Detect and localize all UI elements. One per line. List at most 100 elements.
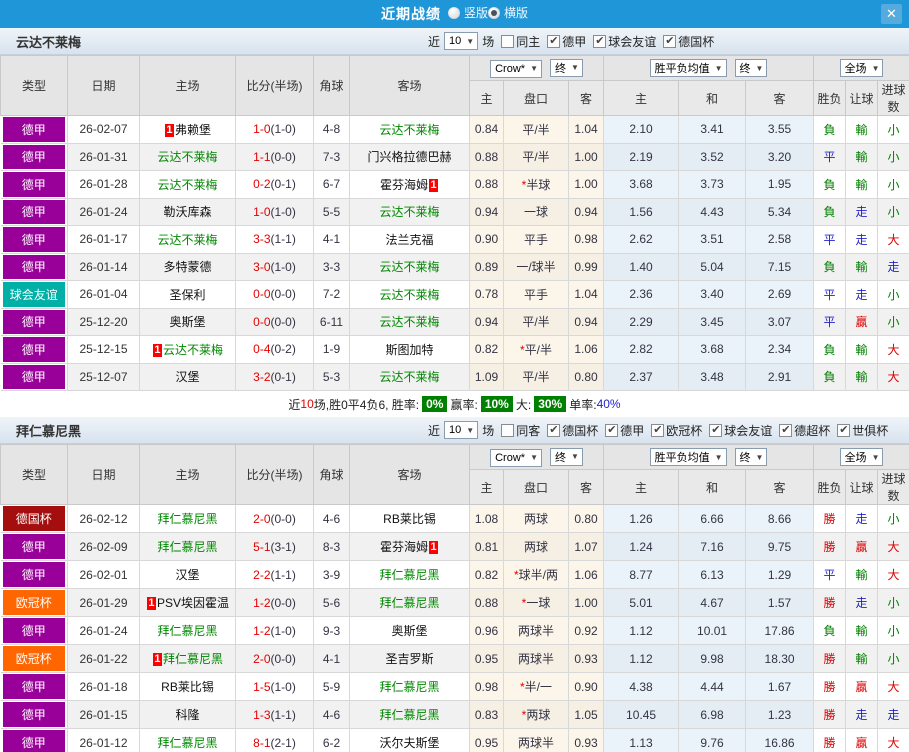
match-type-cell: 德甲 xyxy=(0,197,68,226)
match-count-select[interactable]: 10 ▼ xyxy=(444,421,479,439)
avg-home: 2.19 xyxy=(603,142,680,171)
odds-final-select[interactable]: 终 ▼ xyxy=(549,58,583,77)
summary-text: 10 xyxy=(300,397,314,411)
checkbox-icon xyxy=(837,423,851,437)
result-outcome: 負 xyxy=(813,115,847,144)
checkbox-label: 德国杯 xyxy=(678,34,715,49)
odds-value: 1.00 xyxy=(574,595,598,610)
team-section: 拜仁慕尼黑 近10▼场同客德国杯德甲欧冠杯球会友谊德超杯世俱杯 类型日期主场比分… xyxy=(0,417,909,752)
filter-checkbox-欧冠杯[interactable]: 欧冠杯 xyxy=(644,422,702,439)
odds-away: 1.05 xyxy=(567,700,605,729)
match-type-badge: 德甲 xyxy=(2,172,65,197)
filter-checkbox-球会友谊[interactable]: 球会友谊 xyxy=(702,422,772,439)
odds-home: 0.89 xyxy=(469,252,504,281)
checkbox-label: 世俱杯 xyxy=(852,423,889,438)
close-button[interactable]: ✕ xyxy=(881,4,902,24)
result-handicap: 輸 xyxy=(845,616,879,645)
team-label: 霍芬海姆 xyxy=(379,540,428,554)
odds-value: 0.80 xyxy=(574,369,598,384)
team-cell: 多特蒙德 xyxy=(139,252,236,281)
result-handicap: 贏 xyxy=(845,728,879,752)
avg-final-select[interactable]: 终 ▼ xyxy=(734,59,768,77)
match-type-badge: 德甲 xyxy=(2,117,65,142)
filter-checkbox-球会友谊[interactable]: 球会友谊 xyxy=(586,33,656,50)
result-handicap: 走 xyxy=(845,225,879,254)
corner-score: 3-9 xyxy=(313,560,350,589)
odds-source-select[interactable]: Crow* ▼ xyxy=(490,59,542,78)
focal-team-cell: 云达不莱梅 xyxy=(349,252,470,281)
filter-checkbox-德甲[interactable]: 德甲 xyxy=(598,422,644,439)
team-label: 汉堡 xyxy=(175,370,200,385)
avg-final-select[interactable]: 终 ▼ xyxy=(734,448,768,466)
odds-value: 0.92 xyxy=(574,623,598,638)
odds-handicap: 一/球半 xyxy=(503,252,569,281)
avg-draw: 3.48 xyxy=(678,362,747,391)
result-goals: 小 xyxy=(877,644,909,673)
team-label: 云达不莱梅 xyxy=(379,205,440,220)
result-outcome: 勝 xyxy=(813,588,847,617)
odds-value: 1.06 xyxy=(574,342,598,357)
match-type-badge: 欧冠杯 xyxy=(2,590,65,615)
filter-checkbox-德超杯[interactable]: 德超杯 xyxy=(772,422,830,439)
layout-radio-横版[interactable]: 横版 xyxy=(488,4,528,21)
scope-select[interactable]: 全场 ▼ xyxy=(839,59,884,77)
select-value: 终 xyxy=(739,63,751,75)
checkbox-icon xyxy=(663,34,677,48)
result-goals: 小 xyxy=(877,142,909,171)
radio-label: 横版 xyxy=(504,6,529,21)
percentage-badge: 10% xyxy=(480,396,513,412)
header-dropdown-group: 胜平负均值 ▼ 终 ▼ xyxy=(603,55,815,81)
filter-checkbox-世俱杯[interactable]: 世俱杯 xyxy=(830,422,888,439)
match-type-cell: 德甲 xyxy=(0,225,68,254)
layout-radio-竖版[interactable]: 竖版 xyxy=(447,4,488,21)
filter-checkbox-德国杯[interactable]: 德国杯 xyxy=(656,33,714,50)
team-cell: 斯图加特 xyxy=(349,335,470,364)
full-score: 1-0 xyxy=(253,122,271,137)
select-value: 终 xyxy=(739,452,751,464)
team-label: 拜仁慕尼黑 xyxy=(157,736,218,750)
avg-home: 2.36 xyxy=(603,280,680,309)
avg-home: 1.26 xyxy=(603,504,680,533)
checkbox-icon xyxy=(547,34,561,48)
chevron-down-icon: ▼ xyxy=(530,453,538,462)
team-cell: 霍芬海姆 1 xyxy=(349,532,470,561)
avg-home: 4.38 xyxy=(603,672,680,701)
odds-final-select[interactable]: 终 ▼ xyxy=(549,447,583,466)
odds-home: 0.94 xyxy=(469,197,504,226)
avg-draw: 4.44 xyxy=(678,672,747,701)
scope-select[interactable]: 全场 ▼ xyxy=(839,448,884,466)
result-outcome: 勝 xyxy=(813,700,847,729)
avg-draw: 6.98 xyxy=(678,700,747,729)
team-label: 法兰克福 xyxy=(385,232,434,247)
odds-source-select[interactable]: Crow* ▼ xyxy=(490,448,542,467)
corner-score: 4-1 xyxy=(313,225,350,254)
match-type-cell: 德甲 xyxy=(0,115,68,144)
red-card-icon: 1 xyxy=(152,343,162,357)
match-type-cell: 德甲 xyxy=(0,672,68,701)
filter-checkbox-同主[interactable]: 同主 xyxy=(494,33,540,50)
match-date: 26-01-29 xyxy=(67,588,140,617)
match-date: 26-01-14 xyxy=(67,252,140,281)
odds-value: 0.96 xyxy=(474,623,499,638)
filter-checkbox-德甲[interactable]: 德甲 xyxy=(540,33,586,50)
result-handicap: 輸 xyxy=(845,560,879,589)
half-score: (1-1) xyxy=(270,707,296,722)
filter-prefix-label: 近 xyxy=(428,423,441,438)
odds-away: 0.99 xyxy=(567,252,605,281)
odds-handicap: *一球 xyxy=(503,588,569,617)
match-count-select[interactable]: 10 ▼ xyxy=(444,32,479,50)
filter-checkbox-同客[interactable]: 同客 xyxy=(494,422,540,439)
result-handicap: 輸 xyxy=(845,362,879,391)
result-outcome: 負 xyxy=(813,197,847,226)
half-score: (0-1) xyxy=(270,369,296,384)
avg-type-select[interactable]: 胜平负均值 ▼ xyxy=(649,448,727,466)
corner-score: 6-2 xyxy=(313,728,350,752)
team-label: 汉堡 xyxy=(175,568,200,582)
filter-checkbox-德国杯[interactable]: 德国杯 xyxy=(540,422,598,439)
table-row: 德甲 26-02-07 1 弗赖堡 1-0(1-0) 4-8 云达不莱梅 0.84 平/半 1.0… xyxy=(0,115,909,144)
result-handicap: 輸 xyxy=(845,115,879,144)
chevron-down-icon: ▼ xyxy=(466,36,475,46)
avg-draw: 3.41 xyxy=(678,115,747,144)
match-type-badge: 德甲 xyxy=(2,144,65,169)
avg-type-select[interactable]: 胜平负均值 ▼ xyxy=(649,59,727,77)
